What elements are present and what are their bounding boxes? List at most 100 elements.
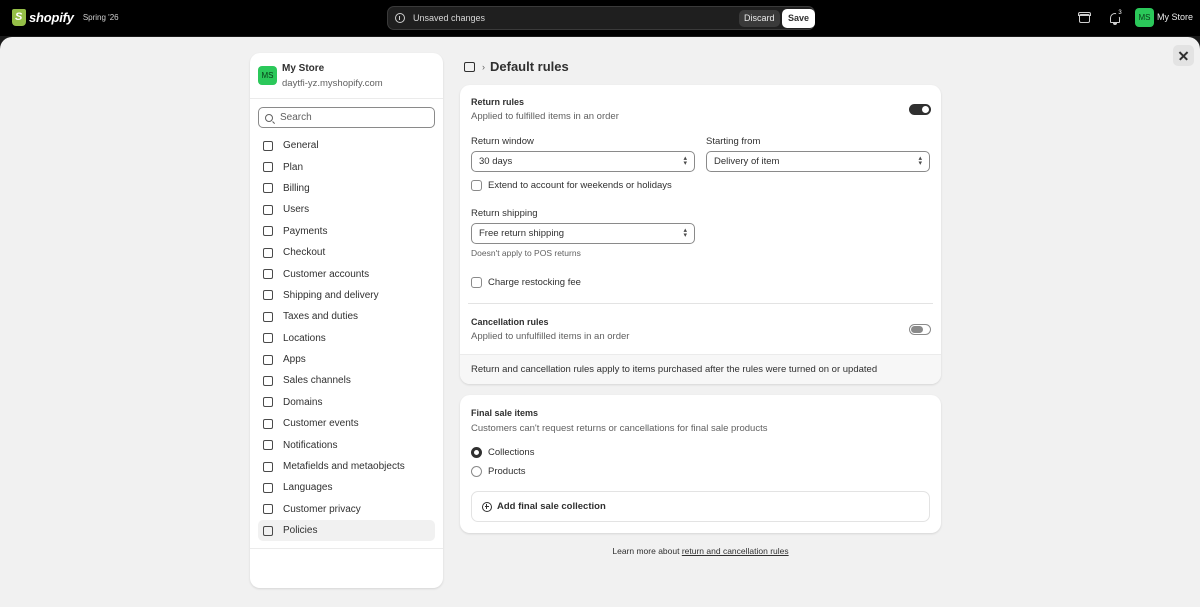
store-domain: daytfi-yz.myshopify.com	[282, 78, 383, 89]
radio-products[interactable]: Products	[471, 466, 526, 477]
sidebar-item-plan[interactable]: Plan	[258, 156, 435, 177]
tax-icon	[263, 311, 273, 322]
return-shipping-help: Doesn't apply to POS returns	[471, 248, 581, 258]
radio-products-label: Products	[488, 466, 526, 477]
return-window-label: Return window	[471, 136, 534, 147]
sidebar-item-notifications[interactable]: Notifications	[258, 434, 435, 455]
discard-button[interactable]: Discard	[739, 10, 780, 27]
settings-nav: General Plan Billing Users Payments Chec…	[258, 135, 435, 542]
final-sale-subtitle: Customers can't request returns or cance…	[471, 423, 768, 434]
globe-icon	[263, 397, 273, 408]
sidebar-item-customer-accounts[interactable]: Customer accounts	[258, 263, 435, 284]
language-icon	[263, 482, 273, 493]
final-sale-card: Final sale items Customers can't request…	[460, 395, 941, 533]
cancellation-rules-subtitle: Applied to unfulfilled items in an order	[471, 331, 630, 342]
add-final-sale-collection-label: Add final sale collection	[497, 501, 606, 512]
sidebar-item-sales-channels[interactable]: Sales channels	[258, 370, 435, 391]
return-shipping-label: Return shipping	[471, 208, 538, 219]
rules-card: Return rules Applied to fulfilled items …	[460, 85, 941, 384]
return-rules-subtitle: Applied to fulfilled items in an order	[471, 111, 619, 122]
select-chevron-icon: ▴ ▾	[918, 155, 922, 167]
policy-icon	[263, 525, 273, 536]
sidebar-item-users[interactable]: Users	[258, 199, 435, 220]
add-final-sale-collection-button[interactable]: Add final sale collection	[471, 491, 930, 522]
select-chevron-icon: ▴ ▾	[683, 227, 687, 239]
breadcrumb: › Default rules	[464, 59, 569, 74]
sidebar-item-checkout[interactable]: Checkout	[258, 242, 435, 263]
return-rules-title: Return rules	[471, 97, 525, 107]
sidebar-item-payments[interactable]: Payments	[258, 221, 435, 242]
extend-weekends-checkbox[interactable]	[471, 180, 482, 191]
alert-circle-icon	[395, 13, 405, 23]
lock-icon	[263, 504, 273, 515]
unsaved-changes-bar: Unsaved changes Discard Save	[387, 6, 816, 30]
restocking-fee-option[interactable]: Charge restocking fee	[471, 277, 581, 288]
sidebar-item-taxes[interactable]: Taxes and duties	[258, 306, 435, 327]
avatar[interactable]: MS	[1135, 8, 1154, 27]
close-icon[interactable]	[1173, 45, 1194, 66]
radio-collections-label: Collections	[488, 447, 535, 458]
radio-collections-input[interactable]	[471, 447, 482, 458]
extend-weekends-option[interactable]: Extend to account for weekends or holida…	[471, 180, 672, 191]
cart-icon	[263, 247, 273, 258]
plan-icon	[263, 162, 273, 173]
sidebar-item-apps[interactable]: Apps	[258, 349, 435, 370]
sidebar-item-billing[interactable]: Billing	[258, 178, 435, 199]
person-icon	[263, 269, 273, 280]
store-icon[interactable]	[1078, 11, 1092, 25]
return-shipping-select[interactable]: Free return shipping ▴ ▾	[471, 223, 695, 244]
sidebar-item-locations[interactable]: Locations	[258, 328, 435, 349]
cancellation-rules-toggle[interactable]	[909, 324, 931, 335]
store-name-menu[interactable]: My Store	[1157, 12, 1193, 22]
events-icon	[263, 418, 273, 429]
sidebar-item-languages[interactable]: Languages	[258, 477, 435, 498]
starting-from-value: Delivery of item	[714, 156, 780, 167]
divider	[468, 303, 933, 304]
sidebar-item-policies[interactable]: Policies	[258, 520, 435, 542]
sidebar-item-customer-events[interactable]: Customer events	[258, 413, 435, 434]
return-window-select[interactable]: 30 days ▴ ▾	[471, 151, 695, 172]
return-shipping-value: Free return shipping	[479, 228, 565, 239]
search-input[interactable]	[280, 112, 430, 123]
sidebar-item-shipping[interactable]: Shipping and delivery	[258, 285, 435, 306]
shopify-bag-icon	[12, 9, 26, 26]
page-title: Default rules	[490, 59, 569, 74]
brand-name: shopify	[29, 10, 74, 25]
sidebar-item-domains[interactable]: Domains	[258, 392, 435, 413]
store-name: My Store	[282, 63, 325, 74]
starting-from-select[interactable]: Delivery of item ▴ ▾	[706, 151, 930, 172]
divider	[250, 548, 443, 549]
notification-count-badge: 3	[1116, 9, 1124, 17]
store-icon	[263, 140, 273, 151]
sidebar-item-general[interactable]: General	[258, 135, 435, 156]
learn-more-text: Learn more about return and cancellation…	[612, 546, 789, 556]
shopify-logo[interactable]: shopify Spring '26	[12, 9, 119, 26]
channels-icon	[263, 375, 273, 386]
rules-footer-note: Return and cancellation rules apply to i…	[460, 354, 941, 384]
radio-products-input[interactable]	[471, 466, 482, 477]
return-rules-toggle[interactable]	[909, 104, 931, 115]
unsaved-changes-label: Unsaved changes	[413, 13, 486, 23]
sidebar-item-customer-privacy[interactable]: Customer privacy	[258, 499, 435, 520]
radio-collections[interactable]: Collections	[471, 447, 534, 458]
policy-icon[interactable]	[464, 61, 475, 72]
extend-weekends-label: Extend to account for weekends or holida…	[488, 180, 672, 191]
users-icon	[263, 204, 273, 215]
payments-icon	[263, 226, 273, 237]
save-button[interactable]: Save	[782, 9, 816, 28]
return-window-value: 30 days	[479, 156, 513, 167]
search-box[interactable]	[258, 107, 435, 128]
final-sale-title: Final sale items	[471, 408, 539, 418]
sidebar-item-metafields[interactable]: Metafields and metaobjects	[258, 456, 435, 477]
cancellation-rules-title: Cancellation rules	[471, 317, 549, 327]
settings-sidebar: MS My Store daytfi-yz.myshopify.com Gene…	[250, 53, 443, 588]
starting-from-label: Starting from	[706, 136, 761, 147]
store-avatar: MS	[258, 66, 277, 85]
billing-icon	[263, 183, 273, 194]
restocking-fee-checkbox[interactable]	[471, 277, 482, 288]
divider	[250, 98, 443, 99]
select-chevron-icon: ▴ ▾	[683, 155, 687, 167]
learn-more-link[interactable]: return and cancellation rules	[682, 546, 789, 556]
edition-badge: Spring '26	[82, 13, 119, 22]
search-icon	[265, 113, 273, 122]
